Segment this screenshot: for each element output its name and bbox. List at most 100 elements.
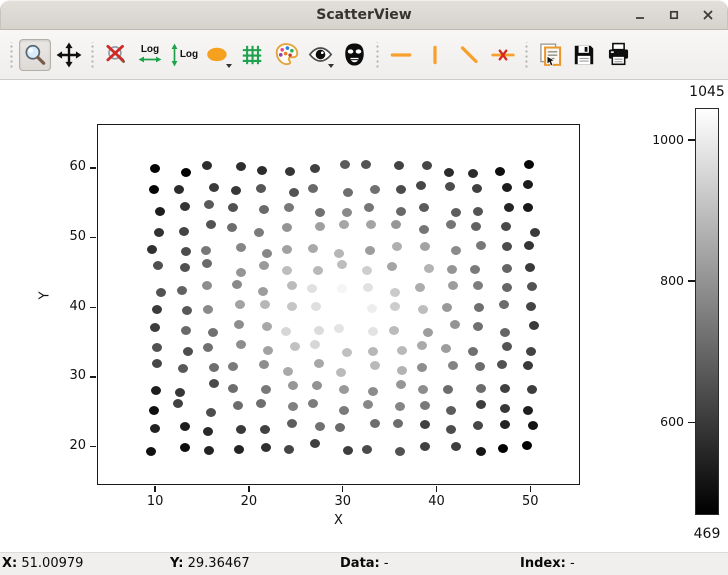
maximize-button[interactable]	[662, 3, 686, 27]
colorbar-max-label: 1045	[671, 84, 728, 100]
scatter-dot	[234, 445, 244, 454]
scatter-dot	[451, 246, 461, 255]
scatter-dot	[417, 341, 427, 350]
scatter-dot	[206, 408, 216, 417]
scatter-dot	[204, 200, 214, 209]
scatter-dot	[287, 281, 297, 290]
scatter-dot	[202, 259, 212, 268]
y-tick	[90, 237, 96, 239]
scatter-dot	[152, 305, 162, 314]
x-tick	[248, 486, 250, 492]
diagline-button[interactable]	[453, 39, 485, 71]
mask-button[interactable]	[338, 39, 370, 71]
scatter-dot	[499, 300, 509, 309]
scatter-dot	[236, 340, 246, 349]
scatter-dot	[340, 160, 350, 169]
marker-style-button[interactable]	[202, 39, 234, 71]
scatter-dot	[154, 228, 164, 237]
scatter-dot	[183, 347, 193, 356]
status-y: Y: 29.36467	[170, 556, 250, 571]
status-index: Index: -	[520, 556, 575, 571]
vline-button[interactable]	[419, 39, 451, 71]
zoom-reset-button[interactable]	[100, 39, 132, 71]
scatter-dot	[451, 208, 461, 217]
scatter-dot	[389, 326, 399, 335]
colorbar-tick	[688, 139, 695, 141]
scatter-dot	[365, 246, 375, 255]
scatter-dot	[262, 322, 272, 331]
scatter-dot	[289, 188, 299, 197]
remove-line-button[interactable]	[487, 39, 519, 71]
orange-diagline-icon	[456, 42, 482, 68]
move-arrows-icon	[56, 42, 82, 68]
print-button[interactable]	[602, 39, 634, 71]
copy-button[interactable]	[534, 39, 566, 71]
scatter-dot	[339, 385, 349, 394]
scatter-dot	[523, 203, 533, 212]
scatter-dot	[261, 385, 271, 394]
scatter-dot	[285, 167, 295, 176]
scatter-dot	[310, 340, 320, 349]
colorbar-tick	[688, 280, 695, 282]
colorbar-tick	[688, 422, 695, 424]
scatter-dot	[395, 447, 405, 456]
scatter-plot-axes[interactable]	[97, 124, 580, 485]
log-x-button[interactable]: Log	[134, 39, 166, 71]
scatter-dot	[181, 247, 191, 256]
chevron-down-icon	[226, 64, 232, 68]
titlebar[interactable]: ScatterView	[0, 0, 728, 30]
scatter-dot	[370, 419, 380, 428]
toolbar-grip[interactable]	[523, 42, 530, 68]
scatter-dot	[470, 265, 480, 274]
colormap-button[interactable]	[270, 39, 302, 71]
magnifier-icon	[22, 42, 48, 68]
log-y-button[interactable]: Log	[168, 39, 200, 71]
scatter-dot	[476, 400, 486, 409]
scatterview-window: ScatterView	[0, 0, 728, 575]
toolbar-grip[interactable]	[89, 42, 96, 68]
scatter-dot	[387, 262, 397, 271]
scatter-dot	[526, 347, 536, 356]
scatter-dot	[364, 203, 374, 212]
scatter-dot	[262, 249, 272, 258]
scatter-dot	[422, 161, 432, 170]
scatter-dot	[502, 264, 512, 273]
orange-hline-icon	[388, 42, 414, 68]
y-tick	[90, 446, 96, 448]
scatter-dot	[415, 283, 425, 292]
colorbar-gradient	[695, 108, 719, 515]
scatter-dot	[342, 208, 352, 217]
grid-toggle-button[interactable]	[236, 39, 268, 71]
scatter-dot	[396, 185, 406, 194]
maximize-icon	[668, 9, 680, 21]
toolbar-grip[interactable]	[374, 42, 381, 68]
close-button[interactable]	[696, 3, 720, 27]
scatter-dot	[476, 241, 486, 250]
scatter-dot	[258, 287, 268, 296]
toolbar-grip[interactable]	[8, 42, 15, 68]
scatter-dot	[202, 161, 212, 170]
scatter-dot	[315, 422, 325, 431]
scatter-dot	[282, 245, 292, 254]
scatter-dot	[468, 347, 478, 356]
plot-canvas[interactable]: 10203040502030405060 X Y 1045 469 100080…	[0, 80, 728, 552]
scatter-dot	[527, 385, 537, 394]
scatter-dot	[201, 246, 211, 255]
scatter-dot	[448, 361, 458, 370]
scatter-dot	[256, 399, 266, 408]
scatter-dot	[395, 402, 405, 411]
scatter-dot	[416, 181, 426, 190]
scatter-dot	[523, 406, 533, 415]
scatter-dot	[315, 222, 325, 231]
scatter-dot	[209, 379, 219, 388]
hline-button[interactable]	[385, 39, 417, 71]
scatter-dot	[259, 360, 269, 369]
minimize-button[interactable]	[628, 3, 652, 27]
magnifier-red-x-icon	[103, 42, 129, 68]
scatter-dot	[500, 420, 510, 429]
pan-button[interactable]	[53, 39, 85, 71]
save-button[interactable]	[568, 39, 600, 71]
scatter-dot	[525, 263, 535, 272]
zoom-button[interactable]	[19, 39, 51, 71]
visibility-button[interactable]	[304, 39, 336, 71]
